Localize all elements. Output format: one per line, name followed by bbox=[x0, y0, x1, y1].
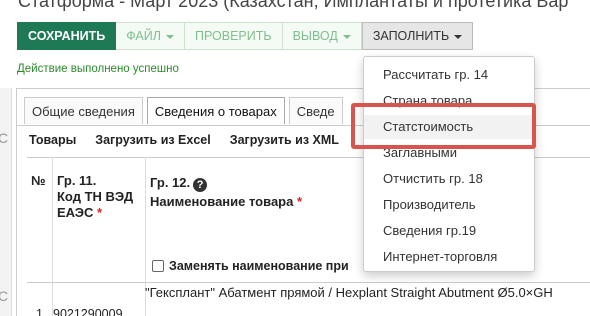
name-header-group: Гр. 12. bbox=[150, 175, 191, 190]
load-xml-link[interactable]: Загрузить из XML bbox=[230, 133, 339, 147]
code-header-text: ЕАЭС bbox=[57, 205, 94, 220]
chevron-down-icon bbox=[342, 35, 351, 39]
grid-row-divider bbox=[27, 282, 590, 283]
output-menu-button[interactable]: ВЫВОД bbox=[282, 22, 362, 50]
status-message: Действие выполнено успешно bbox=[17, 63, 179, 75]
replace-name-checkbox[interactable] bbox=[152, 260, 164, 272]
check-label: ПРОВЕРИТЬ bbox=[194, 29, 272, 43]
row-code[interactable]: 9021290009 bbox=[53, 307, 123, 316]
save-label: СОХРАНИТЬ bbox=[28, 29, 106, 43]
load-excel-link[interactable]: Загрузить из Excel bbox=[95, 133, 210, 147]
file-label: ФАЙЛ bbox=[126, 29, 161, 43]
column-header-name: Гр. 12.? Наименование товара * bbox=[150, 173, 302, 211]
code-header-line3: ЕАЭС * bbox=[57, 205, 133, 221]
menu-item-internet-trade[interactable]: Интернет-торговля bbox=[383, 249, 497, 264]
help-icon[interactable]: ? bbox=[193, 178, 208, 192]
chevron-down-icon bbox=[454, 35, 463, 39]
tab-goods[interactable]: Сведения о товарах bbox=[146, 97, 285, 124]
chevron-down-icon bbox=[165, 35, 174, 39]
name-header-line1: Гр. 12.? bbox=[150, 173, 302, 192]
fill-label: ЗАПОЛНИТЬ bbox=[372, 29, 450, 43]
check-button[interactable]: ПРОВЕРИТЬ bbox=[184, 22, 283, 50]
required-mark: * bbox=[97, 205, 103, 220]
page-title: Статформа - Март 2023 (Казахстан, Имплан… bbox=[18, 0, 569, 11]
strip-glyph: С bbox=[0, 130, 9, 146]
tab-bar: Общие сведения Сведения о товарах Сведе bbox=[24, 97, 347, 124]
tab-more[interactable]: Сведе bbox=[288, 97, 343, 124]
column-header-num: № bbox=[31, 173, 46, 188]
required-mark: * bbox=[296, 194, 303, 209]
menu-item-clear-gr18[interactable]: Отчистить гр. 18 bbox=[383, 171, 483, 186]
fill-dropdown-menu: Рассчитать гр. 14 Страна товара Статстои… bbox=[363, 56, 535, 272]
name-header-line2: Наименование товара * bbox=[150, 192, 302, 211]
code-header-line2: Код ТН ВЭД bbox=[57, 189, 134, 204]
column-header-code: Гр. 11. Код ТН ВЭД ЕАЭС * bbox=[57, 173, 133, 221]
row-number: 1 bbox=[36, 307, 43, 316]
strip-glyph: С bbox=[0, 288, 9, 304]
row-goods-name[interactable]: "Гексплант" Абатмент прямой / Hexplant S… bbox=[145, 285, 553, 300]
code-header-line1: Гр. 11. bbox=[57, 173, 97, 188]
name-header-text: Наименование товара bbox=[150, 194, 294, 209]
main-toolbar: СОХРАНИТЬ ФАЙЛ ПРОВЕРИТЬ ВЫВОД ЗАПОЛНИТЬ bbox=[17, 22, 474, 50]
menu-item-calc-gr14[interactable]: Рассчитать гр. 14 bbox=[383, 67, 488, 82]
fill-menu-button[interactable]: ЗАПОЛНИТЬ bbox=[361, 22, 474, 50]
left-side-strip: С С bbox=[0, 88, 12, 316]
menu-item-manufacturer[interactable]: Производитель bbox=[383, 197, 476, 212]
menu-item-info-gr19[interactable]: Сведения гр.19 bbox=[383, 223, 476, 238]
replace-name-option[interactable]: Заменять наименование при bbox=[152, 259, 349, 273]
grid-divider bbox=[52, 157, 53, 316]
replace-name-label: Заменять наименование при bbox=[169, 259, 349, 273]
tab-general[interactable]: Общие сведения bbox=[24, 97, 143, 124]
goods-link[interactable]: Товары bbox=[29, 133, 76, 147]
highlight-annotation-box bbox=[351, 103, 536, 149]
output-label: ВЫВОД bbox=[292, 29, 338, 43]
file-menu-button[interactable]: ФАЙЛ bbox=[116, 22, 185, 50]
save-button[interactable]: СОХРАНИТЬ bbox=[17, 22, 117, 50]
